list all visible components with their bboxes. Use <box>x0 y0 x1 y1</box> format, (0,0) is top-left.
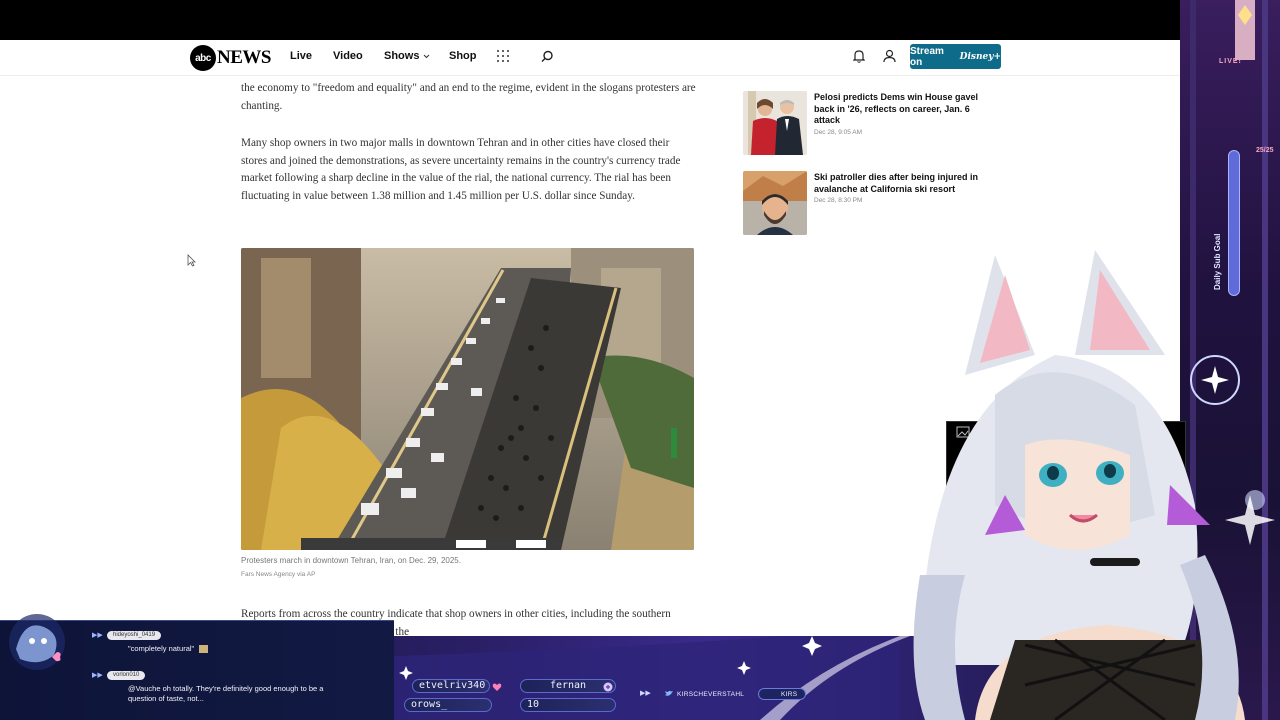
photo-credit: Fars News Agency via AP <box>241 571 316 578</box>
chat-username: hideyoshi_0419 <box>107 631 162 640</box>
gift-icon <box>603 682 613 692</box>
top-black-bar <box>0 0 1180 40</box>
article-photo <box>241 248 694 550</box>
screen: abc NEWS Live Video Shows Shop Stream on… <box>0 0 1280 720</box>
user-icon[interactable] <box>883 49 896 63</box>
nav-video[interactable]: Video <box>333 50 363 62</box>
ticker-name: KIRS <box>781 691 798 698</box>
search-icon[interactable] <box>541 50 554 63</box>
chat-username: vorlon010 <box>107 671 146 680</box>
bell-icon[interactable] <box>853 49 865 63</box>
photo-caption: Protesters march in downtown Tehran, Ira… <box>241 556 461 565</box>
article-paragraph: Many shop owners in two major malls in d… <box>241 137 681 202</box>
sidebar-story[interactable]: Pelosi predicts Dems win House gavel bac… <box>743 91 1005 155</box>
chat-mascot-icon <box>9 614 65 670</box>
chat-panel: ▶▶ hideyoshi_0419 "completely natural" ▶… <box>0 614 394 720</box>
story-title[interactable]: Pelosi predicts Dems win House gavel bac… <box>814 92 994 127</box>
ticker-event: orows_ <box>404 698 492 712</box>
nav-shop[interactable]: Shop <box>449 50 477 62</box>
chat-arrow-icon: ▶▶ <box>92 672 103 679</box>
chat-message: @Vauche oh totally. They're definitely g… <box>128 684 324 703</box>
stream-label: Stream on <box>910 45 944 68</box>
chevron-down-icon <box>423 54 429 59</box>
twitter-icon <box>665 690 673 696</box>
story-time: Dec 28, 8:30 PM <box>814 197 863 204</box>
nav-live[interactable]: Live <box>290 50 312 62</box>
story-thumbnail[interactable] <box>743 171 807 235</box>
abc-news-logo[interactable]: abc NEWS <box>190 45 271 71</box>
logo-text: NEWS <box>217 47 271 68</box>
heart-icon <box>492 683 502 691</box>
article-paragraph: the economy to "freedom and equality" an… <box>241 82 696 112</box>
logo-circle: abc <box>190 45 216 71</box>
disney-plus-logo: Disney+ <box>959 51 1001 62</box>
chat-arrow-icon: ▶▶ <box>92 632 103 639</box>
nav-shows-label: Shows <box>384 50 420 62</box>
stream-on-disney-button[interactable]: Stream on Disney+ <box>910 44 1001 69</box>
ticker-name-pill: KIRS <box>758 688 806 700</box>
live-label: LIVE! <box>1219 58 1242 65</box>
chat-message-text: "completely natural" <box>128 644 195 653</box>
story-thumbnail[interactable] <box>743 91 807 155</box>
story-title[interactable]: Ski patroller dies after being injured i… <box>814 172 994 195</box>
mouse-cursor-icon <box>187 254 196 267</box>
sub-goal-count: 25/25 <box>1256 147 1274 154</box>
site-navbar: abc NEWS Live Video Shows Shop Stream on… <box>0 40 1180 76</box>
ticker-name: KIRSCHEVERSTAHL <box>677 691 745 698</box>
vtuber-avatar <box>913 250 1275 720</box>
emote-icon <box>199 645 209 654</box>
play-arrows-icon: ▶▶ <box>640 690 651 697</box>
ticker-event: etvelriv340 <box>412 679 490 693</box>
ticker-event: fernan <box>520 679 616 693</box>
story-time: Dec 28, 9:05 AM <box>814 129 863 136</box>
sidebar-story[interactable]: Ski patroller dies after being injured i… <box>743 171 1005 235</box>
ticker-event: 10 <box>520 698 616 712</box>
chat-message: "completely natural" <box>128 644 209 654</box>
apps-grid-icon[interactable] <box>497 50 509 62</box>
nav-shows[interactable]: Shows <box>384 50 430 62</box>
